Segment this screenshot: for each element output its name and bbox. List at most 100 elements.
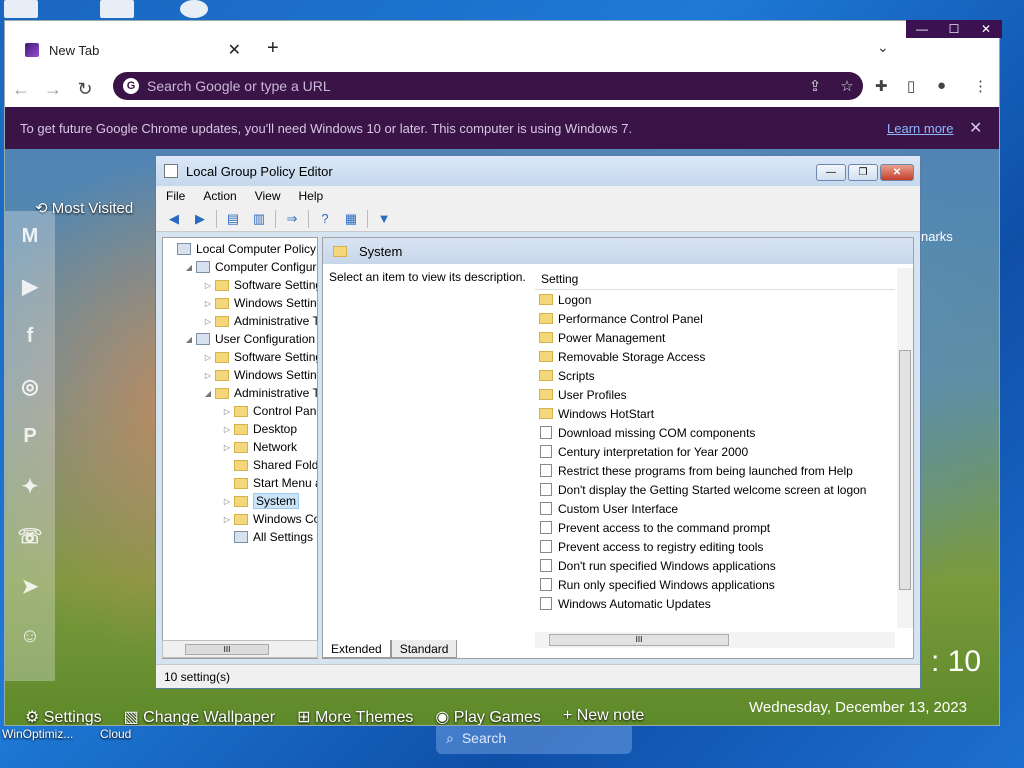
setting-row[interactable]: Removable Storage Access [535, 347, 895, 366]
close-button[interactable]: ✕ [880, 164, 914, 181]
tree-node[interactable]: ▷ Windows Setting [201, 366, 317, 384]
back-icon[interactable]: ← [5, 79, 37, 100]
expand-arrow-icon[interactable]: ▷ [220, 515, 234, 524]
tree-node[interactable]: Local Computer Policy [163, 240, 316, 258]
setting-row[interactable]: Logon [535, 290, 895, 309]
expand-arrow-icon[interactable]: ▷ [220, 443, 234, 452]
setting-row[interactable]: Windows HotStart [535, 404, 895, 423]
back-icon[interactable]: ◀ [164, 210, 184, 228]
setting-row[interactable]: Custom User Interface [535, 499, 895, 518]
tree-node[interactable]: ▷ Network [220, 438, 297, 456]
minimize-button[interactable]: — [816, 164, 846, 181]
tree-node[interactable]: ◢ User Configuration [182, 330, 315, 348]
learn-more-link[interactable]: Learn more [887, 121, 953, 136]
twitter-icon[interactable]: ✦ [5, 461, 55, 511]
tree-horizontal-scrollbar[interactable]: III [162, 640, 318, 658]
setting-row[interactable]: Don't display the Getting Started welcom… [535, 480, 895, 499]
tree-node[interactable]: ▷ Administrative Te [201, 312, 317, 330]
gpe-titlebar[interactable]: Local Group Policy Editor — ❐ ✕ [156, 156, 920, 186]
expand-arrow-icon[interactable]: ▷ [201, 317, 215, 326]
expand-arrow-icon[interactable]: ▷ [220, 497, 234, 506]
expand-arrow-icon[interactable]: ▷ [201, 299, 215, 308]
filter-icon[interactable]: ▼ [374, 210, 394, 228]
tree-node[interactable]: All Settings [220, 528, 313, 546]
setting-row[interactable]: Download missing COM components [535, 423, 895, 442]
side-panel-icon[interactable]: ▯ [907, 77, 915, 95]
setting-row[interactable]: Run only specified Windows applications [535, 575, 895, 594]
desktop-icon[interactable] [100, 0, 134, 18]
tree-node[interactable]: ▷ Software Settings [201, 348, 317, 366]
telegram-icon[interactable]: ➤ [5, 561, 55, 611]
tab-extended[interactable]: Extended [322, 640, 391, 658]
menu-action[interactable]: Action [203, 189, 236, 203]
scroll-thumb[interactable] [899, 350, 911, 590]
setting-row[interactable]: Windows Automatic Updates [535, 594, 895, 613]
tab-search-chevron-icon[interactable]: ⌄ [877, 39, 889, 56]
up-folder-icon[interactable]: ▤ [223, 210, 243, 228]
setting-row[interactable]: Scripts [535, 366, 895, 385]
new-note-link[interactable]: + New note [563, 707, 644, 725]
expand-arrow-icon[interactable]: ▷ [201, 353, 215, 362]
help-icon[interactable]: ? [315, 210, 335, 228]
close-button[interactable]: ✕ [970, 20, 1002, 38]
share-icon[interactable]: ⇪ [799, 77, 831, 95]
play-games-link[interactable]: ◉ Play Games [435, 707, 541, 725]
setting-row[interactable]: User Profiles [535, 385, 895, 404]
horizontal-scrollbar[interactable]: III [535, 632, 895, 648]
tree-node[interactable]: Shared Folder [220, 456, 317, 474]
facebook-icon[interactable]: f [5, 311, 55, 361]
bookmark-star-icon[interactable]: ☆ [831, 77, 863, 95]
forward-icon[interactable]: → [37, 79, 69, 100]
tree-node[interactable]: ▷ Software Settings [201, 276, 317, 294]
expand-arrow-icon[interactable]: ▷ [201, 281, 215, 290]
expand-arrow-icon[interactable]: ▷ [220, 425, 234, 434]
youtube-icon[interactable]: ▶ [5, 261, 55, 311]
taskbar-search[interactable]: ⌕ Search [436, 722, 632, 754]
desktop-icon[interactable] [4, 0, 38, 18]
properties-icon[interactable]: ▦ [341, 210, 361, 228]
tree-node[interactable]: ▷ Windows Cor [220, 510, 317, 528]
more-themes-link[interactable]: ⊞ More Themes [297, 707, 413, 725]
setting-row[interactable]: Performance Control Panel [535, 309, 895, 328]
forward-icon[interactable]: ▶ [190, 210, 210, 228]
pinterest-icon[interactable]: P [5, 411, 55, 461]
reload-icon[interactable]: ↻ [69, 79, 101, 100]
reddit-icon[interactable]: ☺ [5, 611, 55, 661]
vertical-scrollbar[interactable] [897, 268, 913, 628]
expand-arrow-icon[interactable]: ◢ [182, 335, 196, 344]
setting-row[interactable]: Prevent access to the command prompt [535, 518, 895, 537]
close-tab-icon[interactable]: ✕ [228, 40, 241, 60]
bookmarks-label[interactable]: narks [921, 229, 953, 244]
expand-arrow-icon[interactable]: ▷ [201, 371, 215, 380]
tree-node[interactable]: ◢ Administrative Te [201, 384, 317, 402]
change-wallpaper-link[interactable]: ▧ Change Wallpaper [124, 707, 276, 725]
close-icon[interactable]: ✕ [969, 118, 982, 138]
gmail-icon[interactable]: M [5, 211, 55, 261]
whatsapp-icon[interactable]: ☏ [5, 511, 55, 561]
minimize-button[interactable]: — [906, 20, 938, 38]
setting-row[interactable]: Century interpretation for Year 2000 [535, 442, 895, 461]
tree-node[interactable]: ▷ Windows Setting [201, 294, 317, 312]
tree-node[interactable]: Start Menu ar [220, 474, 317, 492]
desktop-label[interactable]: WinOptimiz... [2, 727, 73, 741]
setting-row[interactable]: Prevent access to registry editing tools [535, 537, 895, 556]
profile-icon[interactable]: ● [937, 77, 946, 94]
new-tab-button[interactable]: + [267, 37, 279, 60]
menu-icon[interactable]: ⋮ [973, 77, 988, 95]
tab-new-tab[interactable]: New Tab ✕ [15, 31, 255, 69]
tree-node[interactable]: ▷ Desktop [220, 420, 297, 438]
menu-help[interactable]: Help [299, 189, 324, 203]
tree-node[interactable]: ◢ Computer Configura [182, 258, 317, 276]
menu-file[interactable]: File [166, 189, 185, 203]
expand-arrow-icon[interactable]: ◢ [201, 389, 215, 398]
maximize-button[interactable]: ☐ [938, 20, 970, 38]
restore-button[interactable]: ❐ [848, 164, 878, 181]
menu-view[interactable]: View [255, 189, 281, 203]
column-header-setting[interactable]: Setting [535, 268, 895, 290]
desktop-label[interactable]: Cloud [100, 727, 131, 741]
export-list-icon[interactable]: ⇒ [282, 210, 302, 228]
extensions-icon[interactable]: ✚ [875, 77, 888, 95]
tab-standard[interactable]: Standard [390, 640, 458, 658]
setting-row[interactable]: Don't run specified Windows applications [535, 556, 895, 575]
show-hide-tree-icon[interactable]: ▥ [249, 210, 269, 228]
